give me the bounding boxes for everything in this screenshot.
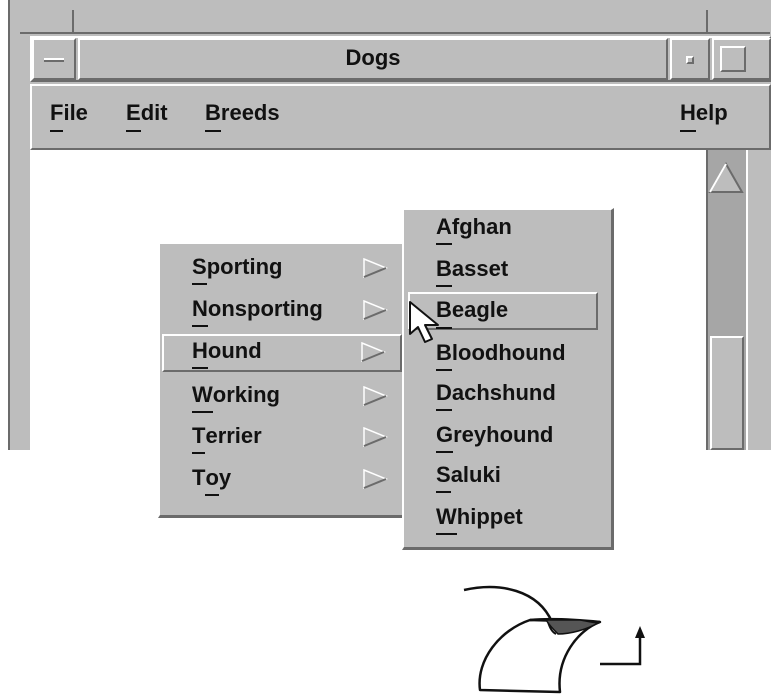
cascade-arrow-icon [363, 469, 388, 489]
scroll-up-icon [708, 161, 744, 193]
title-text-area[interactable]: Dogs [78, 38, 668, 80]
menu-edit[interactable]: Edit [126, 98, 168, 132]
window-frame-right [746, 150, 771, 450]
cascade-arrow-icon [363, 427, 388, 447]
breeds-item-nonsporting[interactable]: Nonsporting [162, 294, 402, 330]
mouse-pointer-icon [409, 301, 439, 343]
menu-breeds-mnemonic: B [205, 98, 221, 132]
scrollbar-thumb[interactable] [710, 336, 744, 450]
hound-item-whippet[interactable]: Whippet [436, 502, 523, 535]
minimize-icon [686, 56, 694, 64]
hound-item-dachshund[interactable]: Dachshund [436, 378, 556, 411]
hound-item-basset[interactable]: Basset [436, 254, 508, 287]
minimize-button[interactable] [670, 38, 710, 80]
menu-file[interactable]: File [50, 98, 88, 132]
cascade-arrow-icon [363, 386, 388, 406]
breeds-item-working[interactable]: Working [162, 380, 402, 416]
menu-file-mnemonic: F [50, 98, 64, 132]
hound-item-bloodhound[interactable]: Bloodhound [436, 338, 566, 371]
breeds-item-hound[interactable]: Hound [162, 334, 402, 372]
window-menu-icon [44, 58, 64, 62]
window-menu-button[interactable] [32, 38, 76, 80]
window-title: Dogs [345, 45, 401, 70]
menu-breeds[interactable]: Breeds [205, 98, 280, 132]
scroll-up-arrow[interactable] [708, 160, 744, 196]
breeds-item-toy[interactable]: Toy [162, 463, 402, 499]
cascade-arrow-icon [361, 342, 386, 362]
menu-help-mnemonic: H [680, 98, 696, 132]
cascade-arrow-icon [363, 258, 388, 278]
breeds-item-terrier[interactable]: Terrier [162, 421, 402, 457]
maximize-icon [720, 46, 746, 72]
cascade-arrow-icon [363, 300, 388, 320]
hound-item-saluki[interactable]: Saluki [436, 460, 501, 493]
hound-item-afghan[interactable]: Afghan [436, 212, 512, 245]
resize-corner-top-right[interactable] [706, 10, 708, 34]
resize-corner-top-left[interactable] [72, 10, 74, 34]
resize-border-top[interactable] [20, 0, 770, 34]
menu-edit-mnemonic: E [126, 98, 141, 132]
hound-item-greyhound[interactable]: Greyhound [436, 420, 553, 453]
menu-help[interactable]: Help [680, 98, 728, 132]
breeds-item-sporting[interactable]: Sporting [162, 252, 402, 288]
mouse-button-release-icon [463, 585, 645, 694]
maximize-button[interactable] [712, 38, 771, 80]
